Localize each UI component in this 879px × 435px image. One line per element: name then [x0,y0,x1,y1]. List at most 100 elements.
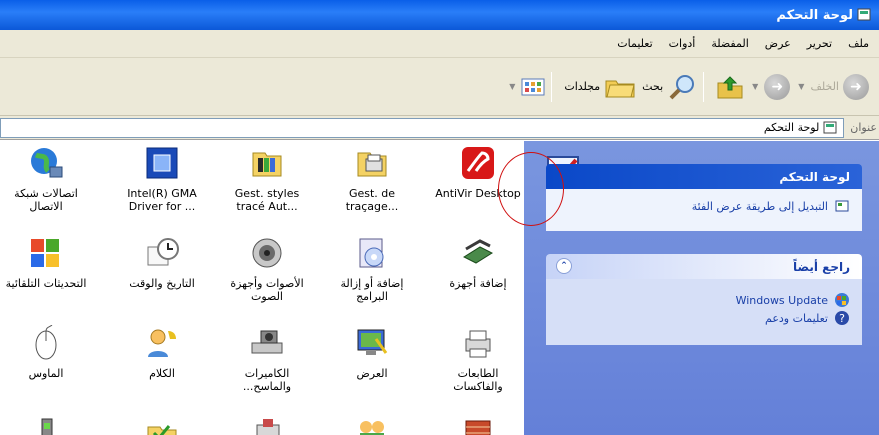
plot-styles-icon [247,143,287,183]
search-button[interactable]: بحث [642,73,697,101]
views-dropdown-icon[interactable]: ▼ [509,82,515,91]
item-label: Gest. styles tracé Aut... [234,187,300,213]
item-label: العرض [356,367,388,380]
see-also-section-header[interactable]: راجع أيضاً ⌃ [546,254,862,279]
back-arrow-icon: ➜ [843,73,869,100]
item-automatic-updates[interactable]: التحديثات التلقائية [0,233,92,290]
address-control-panel-icon [823,121,837,133]
category-view-icon [835,200,849,212]
item-gest-styles[interactable]: Gest. styles tracé Aut... [221,143,313,213]
search-icon [669,74,695,99]
phone-modem-icon [26,409,66,435]
folders-label: مجلدات [564,80,601,93]
up-folder-button[interactable] [716,74,744,100]
control-panel-items: AntiVir Desktop Gest. de traçage... Gest… [0,141,524,435]
printers-faxes-icon [458,323,498,363]
back-dropdown-icon[interactable]: ▼ [798,82,804,91]
window-title: لوحة التحكم [776,7,853,23]
menu-file[interactable]: ملف [840,37,877,50]
menu-bar: ملف تحرير عرض المفضلة أدوات تعليمات [0,30,879,58]
menu-help[interactable]: تعليمات [609,37,660,50]
address-bar: عنوان لوحة التحكم [0,116,879,140]
item-intel-gma[interactable]: Intel(R) GMA Driver for ... [116,143,208,213]
antivir-icon [458,143,498,183]
toolbar-separator [703,71,705,102]
item-label: Gest. de traçage... [345,187,399,213]
help-support-link[interactable]: ? تعليمات ودعم [558,309,850,327]
forward-button[interactable]: ➜ ▼ [750,73,791,100]
control-panel-section-header: لوحة التحكم [546,164,862,189]
up-folder-icon [717,75,743,98]
item-network-connections[interactable]: اتصالات شبكة الاتصال [0,143,92,213]
help-support-label: تعليمات ودعم [765,311,828,325]
item-row4-tasks[interactable] [116,409,208,435]
item-label: الكلام [149,367,175,380]
scheduled-tasks-icon [142,409,182,435]
help-icon: ? [835,311,849,325]
menu-view[interactable]: عرض [757,37,799,50]
windows-update-link[interactable]: Windows Update [558,291,850,309]
firewall-icon [458,409,498,435]
item-gest-tracage[interactable]: Gest. de traçage... [326,143,418,213]
item-speech[interactable]: الكلام [116,323,208,380]
forward-dropdown-icon[interactable]: ▼ [752,82,758,91]
windows-update-icon [835,293,849,307]
windows-update-label: Windows Update [735,293,828,307]
item-scanners-cameras[interactable]: الكاميرات والماسح... [221,323,313,393]
item-display[interactable]: العرض [326,323,418,380]
menu-tools[interactable]: أدوات [661,37,704,50]
task-pane: لوحة التحكم التبديل إلى طريقة عرض الفئة … [524,141,879,435]
switch-view-label: التبديل إلى طريقة عرض الفئة [691,199,828,213]
item-add-hardware[interactable]: إضافة أجهزة [432,233,524,290]
see-also-section-body: Windows Update ? تعليمات ودعم [546,279,862,345]
item-label: الأصوات وأجهزة الصوت [230,277,304,303]
item-label: الطابعات والفاكسات [453,367,503,393]
collapse-chevron-icon[interactable]: ⌃ [556,258,572,274]
address-field[interactable]: لوحة التحكم [0,117,845,138]
menu-favorites[interactable]: المفضلة [703,37,756,50]
see-also-title: راجع أيضاً [793,259,850,274]
search-label: بحث [642,80,664,93]
forward-arrow-icon: ➜ [764,73,791,100]
user-accounts-icon [352,409,392,435]
item-row4-firewall[interactable] [432,409,524,435]
display-icon [352,323,392,363]
item-sounds[interactable]: الأصوات وأجهزة الصوت [221,233,313,303]
item-label: التحديثات التلقائية [5,277,87,290]
item-mouse[interactable]: الماوس [0,323,92,380]
menu-edit[interactable]: تحرير [799,37,840,50]
intel-gma-icon [142,143,182,183]
views-icon [521,78,545,95]
item-label: إضافة أو إزالة البرامج [340,277,404,303]
item-label: الكاميرات والماسح... [242,367,292,393]
back-button[interactable]: ➜ الخلف ▼ [796,73,869,100]
views-button[interactable]: ▼ [507,77,545,97]
title-bar: لوحة التحكم [0,0,879,30]
sounds-icon [247,233,287,273]
keyboard-icon [247,409,287,435]
item-printers-faxes[interactable]: الطابعات والفاكسات [432,323,524,393]
automatic-updates-icon [26,233,66,273]
item-row4-keyboard[interactable] [221,409,313,435]
switch-to-category-view-link[interactable]: التبديل إلى طريقة عرض الفئة [558,197,850,215]
item-label: الماوس [28,367,64,380]
toolbar: ➜ الخلف ▼ ➜ ▼ بحث مجلدات ▼ [0,58,879,116]
address-value: لوحة التحكم [763,121,820,134]
printer-driver-icon [352,143,392,183]
add-hardware-icon [458,233,498,273]
item-label: إضافة أجهزة [449,277,507,290]
control-panel-icon [857,8,871,21]
item-row4-phone[interactable] [0,409,92,435]
item-date-time[interactable]: التاريخ والوقت [116,233,208,290]
item-row4-users[interactable] [326,409,418,435]
control-panel-window: لوحة التحكم ملف تحرير عرض المفضلة أدوات … [0,0,879,435]
folders-icon [605,80,635,97]
item-add-remove-programs[interactable]: إضافة أو إزالة البرامج [326,233,418,303]
address-label: عنوان [850,121,877,134]
folders-button[interactable]: مجلدات [564,75,636,99]
mouse-icon [26,323,66,363]
network-connections-icon [26,143,66,183]
add-remove-programs-icon [352,233,392,273]
item-label: Intel(R) GMA Driver for ... [127,187,197,213]
back-label: الخلف [810,80,839,93]
